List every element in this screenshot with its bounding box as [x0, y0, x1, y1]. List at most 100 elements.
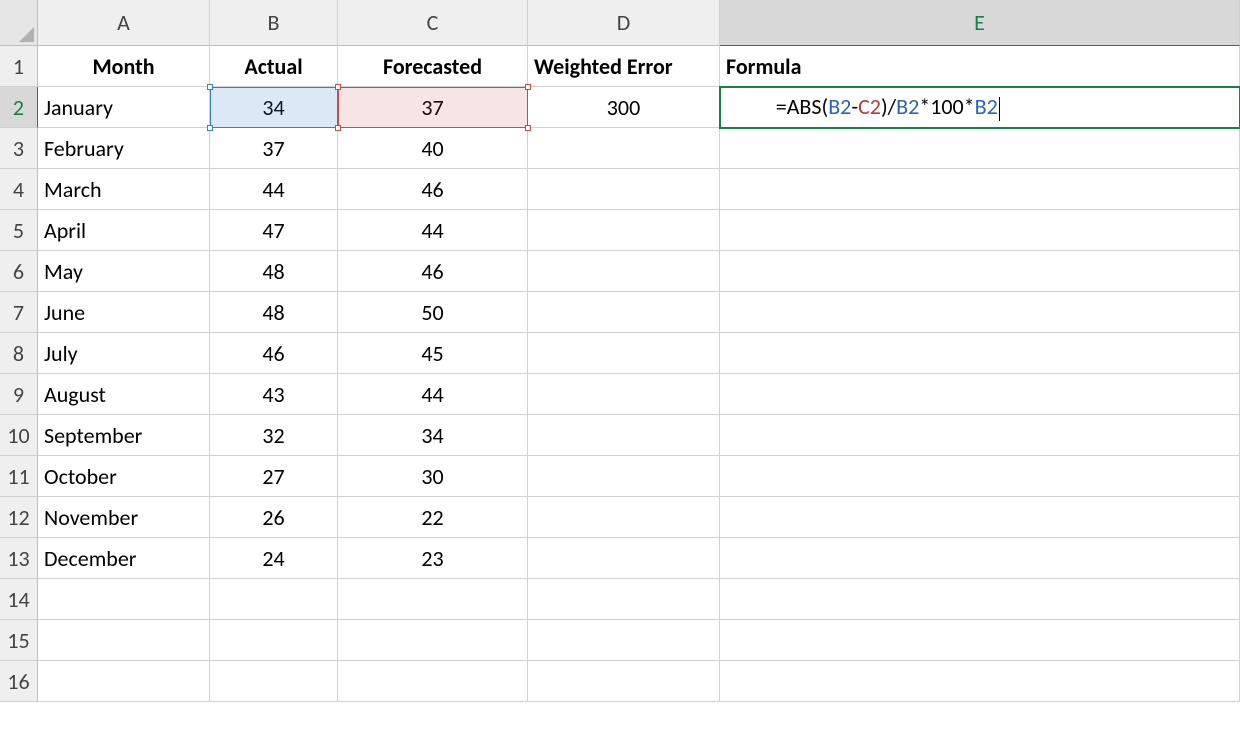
row-header-6[interactable]: 6	[0, 251, 38, 292]
row-header-12[interactable]: 12	[0, 497, 38, 538]
cell-month[interactable]: February	[38, 128, 210, 169]
row-header-16[interactable]: 16	[0, 661, 38, 702]
cell-weighted-error[interactable]	[528, 374, 720, 415]
cell-forecasted[interactable]: 44	[338, 210, 528, 251]
cell[interactable]	[720, 538, 1240, 579]
cell[interactable]	[38, 620, 210, 661]
cell-actual[interactable]: 32	[210, 415, 338, 456]
cell-formula-edit[interactable]: =ABS(B2-C2)/B2*100*B2	[720, 87, 1240, 128]
col-header-C[interactable]: C	[338, 0, 528, 46]
cell-forecasted[interactable]: 44	[338, 374, 528, 415]
cell-weighted-error[interactable]	[528, 292, 720, 333]
cell-actual[interactable]: 27	[210, 456, 338, 497]
cell-month[interactable]: March	[38, 169, 210, 210]
cell[interactable]	[720, 210, 1240, 251]
spreadsheet[interactable]: A B C D E 1 2 3 4 5 6 7 8 9 10 11 12 13 …	[0, 0, 1240, 750]
cell-actual[interactable]: 26	[210, 497, 338, 538]
cell-weighted-error[interactable]	[528, 497, 720, 538]
cell-forecasted[interactable]: 45	[338, 333, 528, 374]
cell-actual[interactable]: 37	[210, 128, 338, 169]
cell-actual[interactable]: 43	[210, 374, 338, 415]
cell-forecasted[interactable]: 46	[338, 169, 528, 210]
cell-month[interactable]: August	[38, 374, 210, 415]
cell[interactable]	[528, 620, 720, 661]
cell-month[interactable]: November	[38, 497, 210, 538]
row-header-1[interactable]: 1	[0, 46, 38, 87]
row-header-4[interactable]: 4	[0, 169, 38, 210]
cell[interactable]	[210, 661, 338, 702]
cell-month[interactable]: January	[38, 87, 210, 128]
select-all-corner[interactable]	[0, 0, 38, 46]
cell[interactable]	[210, 579, 338, 620]
cell[interactable]	[720, 415, 1240, 456]
cell-forecasted[interactable]: 37	[338, 87, 528, 128]
row-header-9[interactable]: 9	[0, 374, 38, 415]
cell-weighted-error[interactable]	[528, 538, 720, 579]
cell-actual[interactable]: 47	[210, 210, 338, 251]
cell[interactable]	[720, 497, 1240, 538]
cell-weighted-error[interactable]	[528, 210, 720, 251]
cell[interactable]	[720, 374, 1240, 415]
row-header-2[interactable]: 2	[0, 87, 38, 128]
cell[interactable]	[720, 661, 1240, 702]
cell[interactable]	[720, 251, 1240, 292]
row-header-8[interactable]: 8	[0, 333, 38, 374]
cell-month[interactable]: July	[38, 333, 210, 374]
cell-forecasted[interactable]: 22	[338, 497, 528, 538]
cell[interactable]	[528, 661, 720, 702]
cell-weighted-error[interactable]	[528, 456, 720, 497]
cell-actual[interactable]: 24	[210, 538, 338, 579]
cell-forecasted[interactable]: 30	[338, 456, 528, 497]
cell[interactable]	[38, 579, 210, 620]
cell-weighted-error[interactable]	[528, 333, 720, 374]
cell[interactable]	[720, 333, 1240, 374]
header-forecasted[interactable]: Forecasted	[338, 46, 528, 87]
cell[interactable]	[720, 169, 1240, 210]
cell-weighted-error[interactable]	[528, 415, 720, 456]
row-header-14[interactable]: 14	[0, 579, 38, 620]
cell-actual[interactable]: 44	[210, 169, 338, 210]
cell[interactable]	[338, 579, 528, 620]
cell-actual[interactable]: 48	[210, 251, 338, 292]
row-header-13[interactable]: 13	[0, 538, 38, 579]
cell-forecasted[interactable]: 50	[338, 292, 528, 333]
cell-actual[interactable]: 46	[210, 333, 338, 374]
col-header-B[interactable]: B	[210, 0, 338, 46]
cell[interactable]	[338, 620, 528, 661]
cell[interactable]	[720, 579, 1240, 620]
cell-month[interactable]: June	[38, 292, 210, 333]
col-header-A[interactable]: A	[38, 0, 210, 46]
row-header-15[interactable]: 15	[0, 620, 38, 661]
cell-weighted-error[interactable]: 300	[528, 87, 720, 128]
cell[interactable]	[528, 579, 720, 620]
row-header-10[interactable]: 10	[0, 415, 38, 456]
cell[interactable]	[720, 128, 1240, 169]
header-actual[interactable]: Actual	[210, 46, 338, 87]
cell-weighted-error[interactable]	[528, 169, 720, 210]
col-header-D[interactable]: D	[528, 0, 720, 46]
row-header-3[interactable]: 3	[0, 128, 38, 169]
row-header-7[interactable]: 7	[0, 292, 38, 333]
col-header-E[interactable]: E	[720, 0, 1240, 46]
cell[interactable]	[338, 661, 528, 702]
cell-forecasted[interactable]: 40	[338, 128, 528, 169]
header-month[interactable]: Month	[38, 46, 210, 87]
cell[interactable]	[38, 661, 210, 702]
cell-actual[interactable]: 48	[210, 292, 338, 333]
cell-month[interactable]: September	[38, 415, 210, 456]
cell-forecasted[interactable]: 23	[338, 538, 528, 579]
cell-month[interactable]: May	[38, 251, 210, 292]
row-header-5[interactable]: 5	[0, 210, 38, 251]
cell-month[interactable]: April	[38, 210, 210, 251]
cell-forecasted[interactable]: 34	[338, 415, 528, 456]
cell-forecasted[interactable]: 46	[338, 251, 528, 292]
header-weighted-error[interactable]: Weighted Error	[528, 46, 720, 87]
row-header-11[interactable]: 11	[0, 456, 38, 497]
cell[interactable]	[210, 620, 338, 661]
cell-month[interactable]: December	[38, 538, 210, 579]
cell-weighted-error[interactable]	[528, 128, 720, 169]
cell-weighted-error[interactable]	[528, 251, 720, 292]
cell-actual[interactable]: 34	[210, 87, 338, 128]
cell-month[interactable]: October	[38, 456, 210, 497]
cell[interactable]	[720, 292, 1240, 333]
